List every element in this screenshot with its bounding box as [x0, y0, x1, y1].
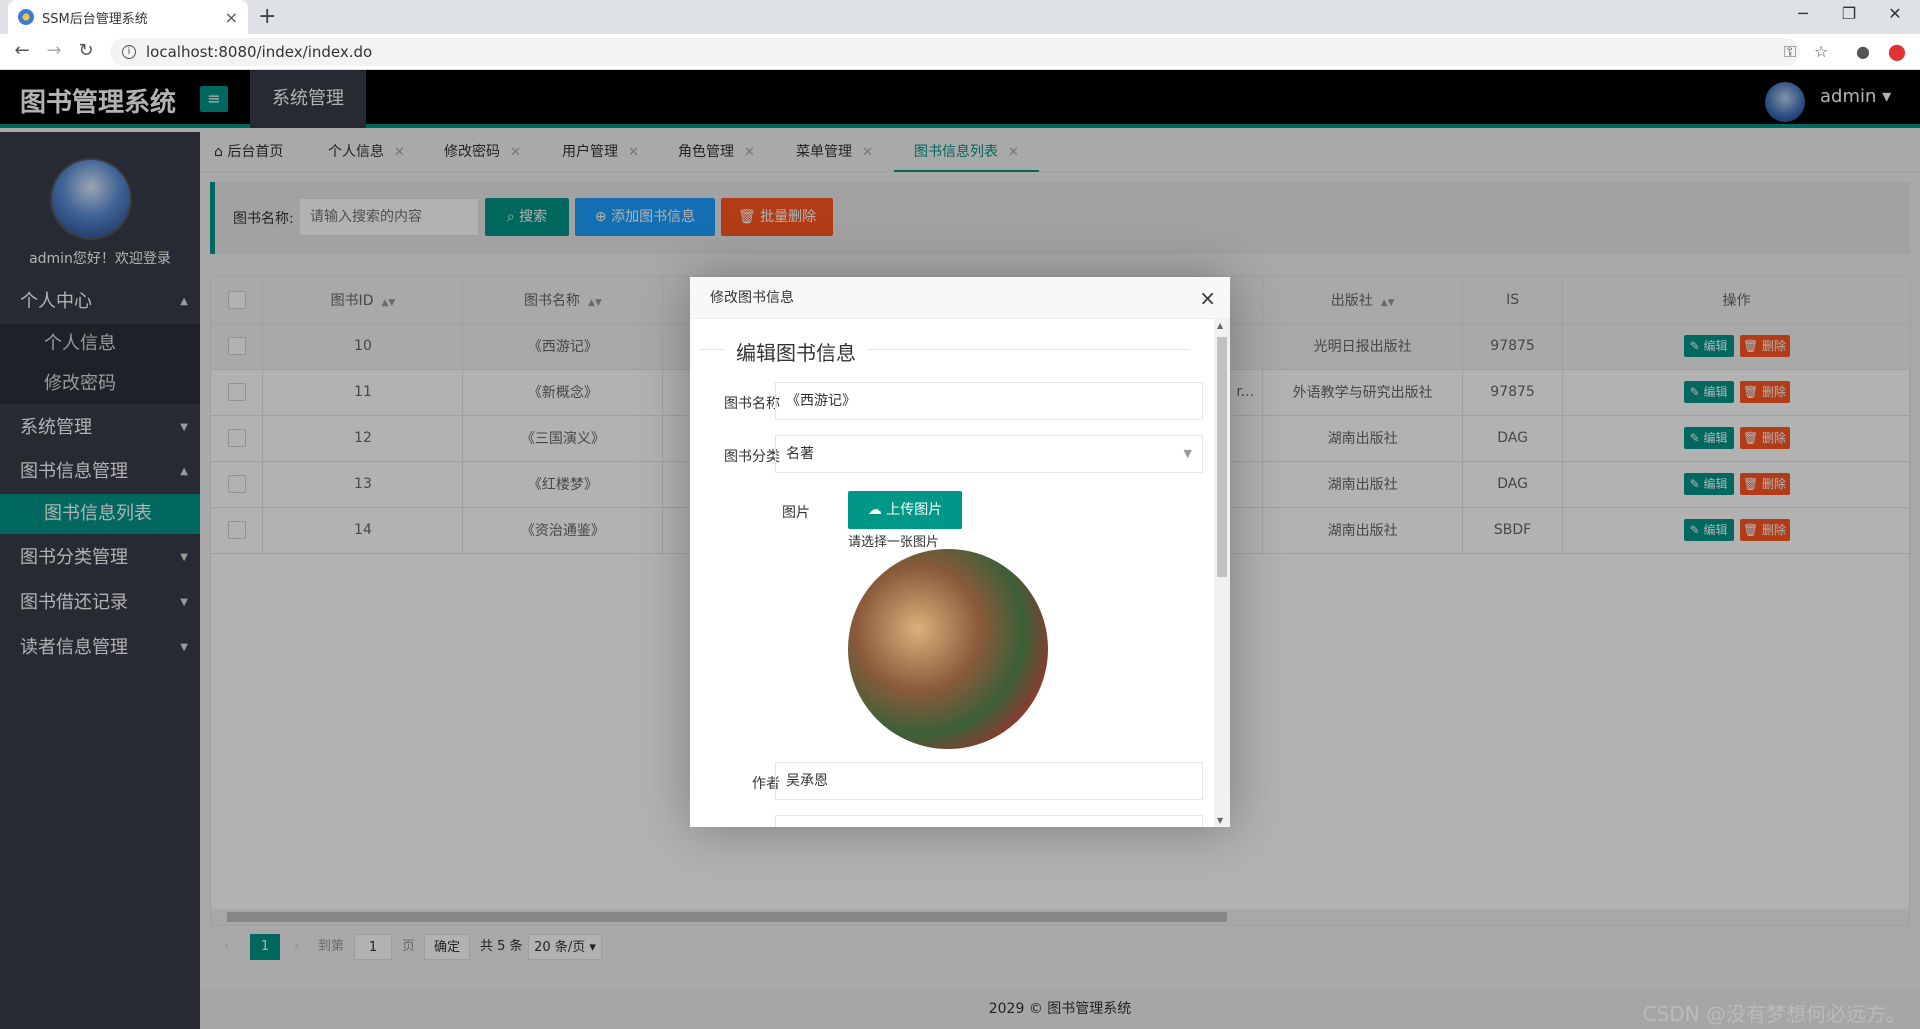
legend-line: [700, 349, 724, 350]
category-value: 名著: [786, 446, 814, 462]
cloud-upload-icon: ☁: [867, 502, 887, 518]
minimize-button[interactable]: ─: [1780, 4, 1826, 23]
category-select[interactable]: 名著 ▼: [775, 435, 1203, 473]
modal-scrollbar[interactable]: ▲ ▼: [1214, 319, 1230, 827]
url-field[interactable]: i localhost:8080/index/index.do: [110, 38, 1800, 66]
upload-hint: 请选择一张图片: [848, 535, 940, 550]
address-bar-row: ← → ↻ i localhost:8080/index/index.do ⚿ …: [0, 34, 1920, 70]
key-icon[interactable]: ⚿: [1784, 42, 1796, 62]
browser-tab-title: SSM后台管理系统: [42, 11, 148, 27]
book-name-label: 图书名称: [724, 396, 780, 412]
modal-body: 编辑图书信息 图书名称 《西游记》 图书分类 名著 ▼ 图片 ☁ 上传图片 请选择…: [690, 319, 1214, 827]
legend-line: [868, 349, 1190, 350]
scroll-up-icon[interactable]: ▲: [1217, 321, 1223, 330]
bookmark-star-icon[interactable]: ☆: [1814, 42, 1828, 61]
scrollbar-thumb[interactable]: [1217, 337, 1227, 577]
site-info-icon[interactable]: i: [122, 45, 136, 59]
upload-label: 上传图片: [886, 502, 943, 518]
browser-tab-strip: SSM后台管理系统 × + ─ ❐ ✕: [0, 0, 1920, 34]
watermark: CSDN @没有梦想何必远方。: [1642, 1002, 1906, 1026]
profile-icon[interactable]: ●: [1856, 42, 1870, 61]
author-label: 作者: [752, 776, 780, 792]
favicon-icon: [18, 9, 34, 25]
close-icon[interactable]: ×: [1199, 277, 1216, 319]
author-field[interactable]: 吴承恩: [775, 762, 1203, 800]
edit-book-modal: 修改图书信息 × 编辑图书信息 图书名称 《西游记》 图书分类 名著 ▼ 图片 ☁…: [690, 277, 1230, 827]
tab-close-icon[interactable]: ×: [225, 8, 238, 27]
modal-title: 修改图书信息: [690, 277, 1230, 319]
book-name-field[interactable]: 《西游记》: [775, 382, 1203, 420]
chevron-down-icon: ▼: [1183, 447, 1192, 460]
extension-icon[interactable]: ⬤: [1888, 42, 1906, 61]
next-field[interactable]: [775, 815, 1203, 827]
book-cover-preview: [848, 549, 1048, 749]
image-label: 图片: [782, 505, 810, 521]
reload-icon[interactable]: ↻: [74, 40, 98, 61]
category-label: 图书分类: [724, 449, 780, 465]
forward-icon[interactable]: →: [42, 40, 66, 61]
upload-image-button[interactable]: ☁ 上传图片: [848, 491, 962, 529]
window-close-button[interactable]: ✕: [1872, 4, 1918, 23]
legend-text: 编辑图书信息: [730, 337, 862, 366]
url-text: localhost:8080/index/index.do: [146, 43, 373, 61]
browser-tab[interactable]: SSM后台管理系统 ×: [8, 0, 248, 34]
back-icon[interactable]: ←: [10, 40, 34, 61]
new-tab-button[interactable]: +: [258, 4, 276, 29]
scroll-down-icon[interactable]: ▼: [1217, 816, 1223, 825]
form-legend: 编辑图书信息: [700, 337, 1190, 366]
maximize-button[interactable]: ❐: [1826, 4, 1872, 23]
